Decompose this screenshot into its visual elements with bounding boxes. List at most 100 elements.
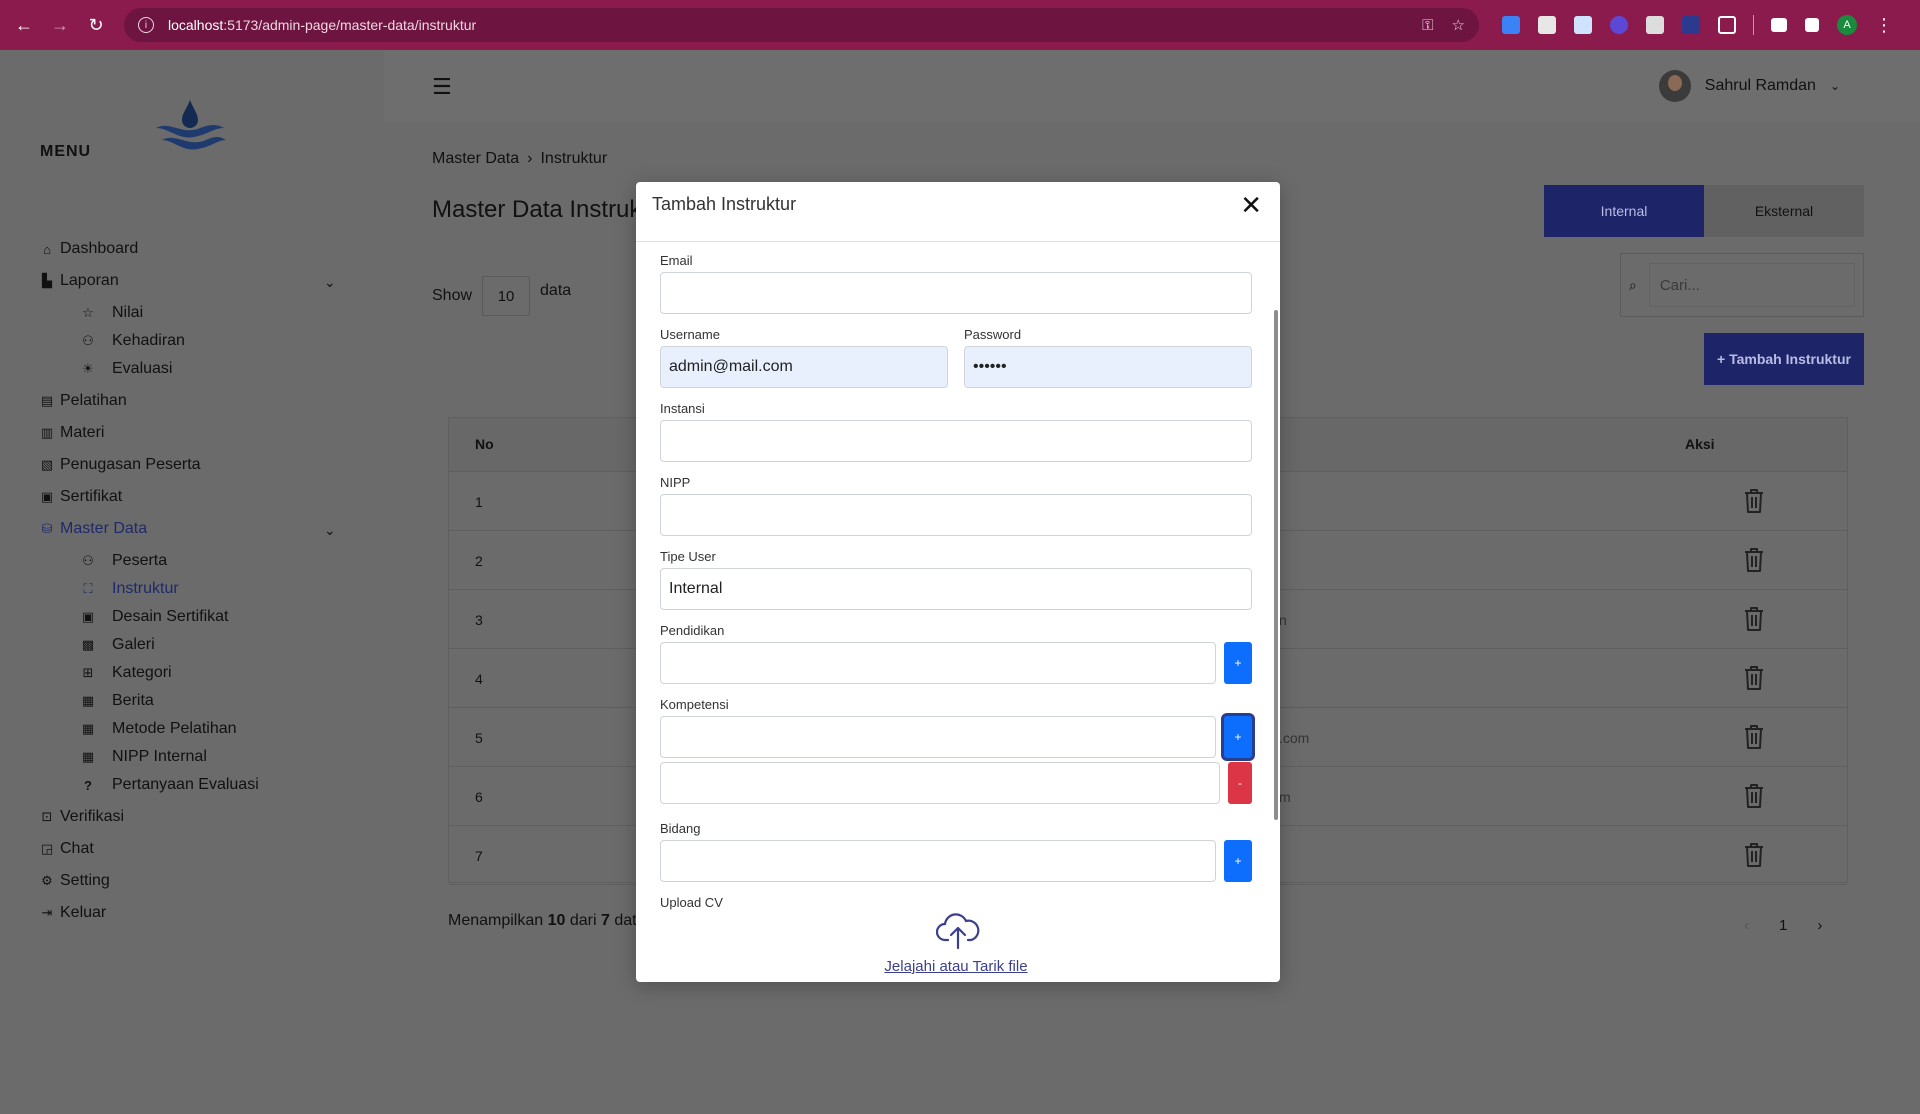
upload-dropzone[interactable]: Jelajahi atau Tarik file	[660, 912, 1252, 982]
media-icon[interactable]	[1771, 18, 1787, 32]
sidebar-item-keluar[interactable]: ⇥ Keluar	[40, 904, 107, 922]
puzzle-icon[interactable]	[1718, 16, 1736, 34]
pagination-prev[interactable]: ‹	[1744, 917, 1749, 934]
sidebar-item-evaluasi[interactable]: ☀ Evaluasi	[80, 360, 172, 378]
extension-icon[interactable]	[1538, 16, 1556, 34]
modal-header: Tambah Instruktur ✕	[636, 182, 1280, 242]
bidang-field[interactable]	[660, 840, 1216, 882]
trash-icon[interactable]	[1743, 547, 1765, 573]
page-size-input[interactable]: 10	[482, 276, 531, 316]
sidebar-item-desain-sertifikat[interactable]: ▣ Desain Sertifikat	[80, 608, 229, 626]
tipe-user-field[interactable]: Internal	[660, 568, 1252, 610]
chevron-down-icon[interactable]: ⌄	[324, 522, 336, 539]
sidebar-item-kategori[interactable]: ⊞ Kategori	[80, 664, 172, 682]
extension-icon[interactable]	[1574, 16, 1592, 34]
forward-icon[interactable]: →	[48, 13, 72, 37]
profile-avatar[interactable]: A	[1837, 15, 1857, 35]
avatar	[1658, 70, 1691, 102]
password-field[interactable]: ••••••	[964, 346, 1252, 388]
add-bidang-button[interactable]: +	[1224, 840, 1252, 882]
tab-internal[interactable]: Internal	[1544, 185, 1704, 237]
kompetensi-field-2[interactable]	[660, 762, 1220, 804]
sidebar-item-kehadiran[interactable]: ⚇ Kehadiran	[80, 332, 185, 350]
sidebar-item-setting[interactable]: ⚙ Setting	[40, 872, 110, 890]
address-bar[interactable]: i localhost:5173/admin-page/master-data/…	[124, 8, 1479, 42]
side-panel-icon[interactable]	[1805, 18, 1819, 32]
sidebar-item-pelatihan[interactable]: ▤ Pelatihan	[40, 392, 127, 410]
extension-icon[interactable]	[1610, 16, 1628, 34]
star-bookmark-icon[interactable]: ☆	[1452, 16, 1465, 34]
extension-icon[interactable]	[1646, 16, 1664, 34]
sidebar-item-dashboard[interactable]: ⌂ Dashboard	[40, 240, 138, 258]
add-pendidikan-button[interactable]: +	[1224, 642, 1252, 684]
search-input[interactable]: Cari...	[1648, 263, 1855, 307]
sidebar-item-label: Chat	[60, 840, 94, 857]
modal-scrollbar[interactable]	[1274, 310, 1278, 820]
sidebar-item-master-data[interactable]: ⛁ Master Data	[40, 520, 148, 538]
sidebar-item-berita[interactable]: ▦ Berita	[80, 692, 154, 710]
pagination-next[interactable]: ›	[1817, 917, 1822, 934]
sidebar-item-sertifikat[interactable]: ▣ Sertifikat	[40, 488, 122, 506]
sidebar-item-label: Dashboard	[60, 240, 139, 257]
modal-title: Tambah Instruktur	[652, 194, 797, 214]
pagination: ‹ 1 ›	[1744, 917, 1822, 934]
trash-icon[interactable]	[1743, 842, 1765, 868]
hamburger-menu-icon[interactable]: ☰	[432, 74, 452, 100]
sidebar-item-nilai[interactable]: ☆ Nilai	[80, 304, 143, 322]
close-icon[interactable]: ✕	[1240, 192, 1262, 218]
username-label: Username	[660, 327, 720, 342]
breadcrumb-item[interactable]: Master Data	[432, 150, 519, 167]
breadcrumb: Master Data › Instruktur	[432, 150, 607, 168]
sidebar-item-metode-pelatihan[interactable]: ▦ Metode Pelatihan	[80, 720, 237, 738]
sidebar-item-laporan[interactable]: ▙ Laporan	[40, 272, 119, 290]
trash-icon[interactable]	[1743, 783, 1765, 809]
user-menu[interactable]: Sahrul Ramdan ⌄	[1658, 70, 1840, 102]
sidebar-item-label: Galeri	[112, 636, 155, 653]
home-icon: ⌂	[43, 241, 51, 257]
key-icon[interactable]: ⚿	[1422, 17, 1433, 34]
sidebar-item-verifikasi[interactable]: ⊡ Verifikasi	[40, 808, 124, 826]
trash-icon[interactable]	[1743, 665, 1765, 691]
back-icon[interactable]: ←	[12, 13, 36, 37]
trash-icon[interactable]	[1743, 724, 1765, 750]
page-title: Master Data Instruk	[432, 196, 642, 223]
reload-icon[interactable]: ↻	[84, 13, 108, 37]
pagination-page[interactable]: 1	[1779, 917, 1787, 934]
news-icon: ▦	[81, 749, 95, 764]
sidebar-item-instruktur[interactable]: ⛶ Instruktur	[80, 580, 178, 598]
sidebar-item-galeri[interactable]: ▩ Galeri	[80, 636, 155, 654]
sidebar-item-penugasan[interactable]: ▧ Penugasan Peserta	[40, 456, 201, 474]
trash-icon[interactable]	[1743, 488, 1765, 514]
sidebar-item-chat[interactable]: ◲ Chat	[40, 840, 94, 858]
sidebar-item-materi[interactable]: ▥ Materi	[40, 424, 105, 442]
extension-icon[interactable]	[1682, 16, 1700, 34]
nipp-field[interactable]	[660, 494, 1252, 536]
chevron-down-icon[interactable]: ⌄	[324, 274, 336, 291]
sidebar-item-pertanyaan-evaluasi[interactable]: ? Pertanyaan Evaluasi	[80, 776, 259, 794]
site-info-icon[interactable]: i	[138, 17, 154, 33]
row-cell: .com	[1279, 730, 1310, 746]
row-number: 5	[475, 730, 483, 746]
add-instructor-button[interactable]: + Tambah Instruktur	[1704, 333, 1864, 385]
remove-kompetensi-button[interactable]: -	[1228, 762, 1252, 804]
pendidikan-field[interactable]	[660, 642, 1216, 684]
grid-icon: ⊞	[82, 665, 94, 680]
username-field[interactable]: admin@mail.com	[660, 346, 948, 388]
more-menu-icon[interactable]: ⋮	[1875, 15, 1893, 36]
instansi-field[interactable]	[660, 420, 1252, 462]
sidebar-item-label: Kehadiran	[112, 332, 185, 349]
extension-icon[interactable]	[1502, 16, 1520, 34]
kompetensi-field[interactable]	[660, 716, 1216, 758]
sidebar-item-nipp-internal[interactable]: ▦ NIPP Internal	[80, 748, 207, 766]
footer-total: 7	[600, 912, 610, 929]
add-kompetensi-button[interactable]: +	[1224, 716, 1252, 758]
sidebar-item-label: Laporan	[60, 272, 119, 289]
user-name: Sahrul Ramdan	[1704, 77, 1816, 94]
sidebar-item-label: Desain Sertifikat	[112, 608, 229, 625]
browse-files-link[interactable]: Jelajahi atau Tarik file	[660, 958, 1252, 975]
email-field[interactable]	[660, 272, 1252, 314]
sidebar-item-peserta[interactable]: ⚇ Peserta	[80, 552, 167, 570]
chevron-right-icon: ›	[527, 150, 533, 167]
tab-eksternal[interactable]: Eksternal	[1704, 185, 1864, 237]
trash-icon[interactable]	[1743, 606, 1765, 632]
